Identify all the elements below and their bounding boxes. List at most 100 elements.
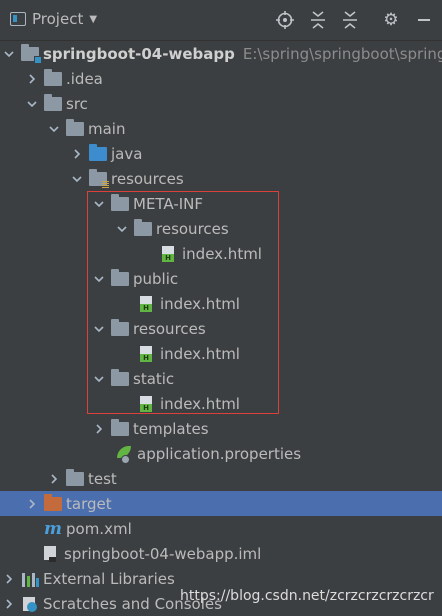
collapsed-arrow-icon[interactable] (71, 148, 83, 160)
tree-item-label: src (66, 94, 88, 113)
collapsed-arrow-icon[interactable] (93, 423, 105, 435)
tree-item-label: resources (133, 319, 206, 338)
tree-item-pom[interactable]: m pom.xml (0, 516, 442, 541)
folder-icon (44, 68, 62, 86)
tree-item-iml[interactable]: springboot-04-webapp.iml (0, 541, 442, 566)
html-file-icon: H (162, 245, 176, 262)
tree-item-label: resources (156, 219, 229, 238)
maven-icon: m (44, 518, 62, 539)
folder-icon (111, 318, 129, 336)
source-folder-icon (89, 143, 107, 161)
spring-properties-icon (115, 445, 133, 464)
tree-item-label: resources (111, 169, 184, 188)
tree-item-label: java (111, 144, 143, 163)
project-icon (10, 12, 26, 26)
tree-item-project-root[interactable]: springboot-04-webapp E:\spring\springboo… (0, 41, 442, 66)
project-tree: springboot-04-webapp E:\spring\springboo… (0, 41, 442, 614)
tree-item-meta-inf-resources[interactable]: resources (0, 216, 442, 241)
tree-item-public[interactable]: public (0, 266, 442, 291)
tree-item-html-file[interactable]: H index.html (0, 391, 442, 416)
tree-item-application-properties[interactable]: application.properties (0, 441, 442, 466)
tree-item-label: springboot-04-webapp.iml (64, 544, 262, 563)
project-path: E:\spring\springboot\springb (242, 44, 442, 63)
tree-item-resources-root[interactable]: resources (0, 166, 442, 191)
expanded-arrow-icon[interactable] (93, 373, 105, 385)
collapsed-arrow-icon[interactable] (26, 498, 38, 510)
folder-icon (111, 368, 129, 386)
excluded-folder-icon (44, 493, 62, 511)
tree-item-html-file[interactable]: H index.html (0, 291, 442, 316)
tree-item-resources[interactable]: resources (0, 316, 442, 341)
expanded-arrow-icon[interactable] (93, 273, 105, 285)
tree-item-label: External Libraries (43, 569, 175, 588)
expanded-arrow-icon[interactable] (26, 98, 38, 110)
tree-item-templates[interactable]: templates (0, 416, 442, 441)
tree-item-label: templates (133, 419, 209, 438)
tree-item-label: META-INF (133, 194, 204, 213)
collapsed-arrow-icon[interactable] (26, 73, 38, 85)
tree-item-label: index.html (182, 244, 262, 263)
tree-item-label: .idea (66, 69, 103, 88)
resources-folder-icon (89, 168, 109, 188)
tree-item-html-file[interactable]: H index.html (0, 341, 442, 366)
tree-item-idea[interactable]: .idea (0, 66, 442, 91)
folder-icon (66, 118, 84, 136)
folder-icon (111, 418, 129, 436)
folder-icon (44, 93, 62, 111)
gear-icon: ⚙ (383, 10, 399, 30)
watermark: https://blog.csdn.net/zcrzcrzcrzcrzcr (180, 588, 434, 604)
collapse-all-icon (343, 11, 357, 29)
folder-icon (134, 218, 152, 236)
chevron-down-icon: ▼ (89, 13, 98, 25)
folder-icon (111, 193, 129, 211)
expand-all-button[interactable] (306, 8, 330, 32)
collapsed-arrow-icon[interactable] (48, 473, 60, 485)
tree-item-meta-inf[interactable]: META-INF (0, 191, 442, 216)
expanded-arrow-icon[interactable] (93, 323, 105, 335)
tree-item-label: index.html (160, 344, 240, 363)
expanded-arrow-icon[interactable] (116, 223, 128, 235)
scratches-icon (21, 596, 39, 612)
collapsed-arrow-icon[interactable] (3, 573, 15, 585)
tree-item-html-file[interactable]: H index.html (0, 241, 442, 266)
folder-icon (111, 268, 129, 286)
tree-item-test[interactable]: test (0, 466, 442, 491)
tree-item-label: static (133, 369, 175, 388)
tree-item-src[interactable]: src (0, 91, 442, 116)
tree-item-label: test (88, 469, 117, 488)
hide-icon (418, 19, 430, 21)
project-view-selector[interactable]: Project ▼ (10, 10, 97, 28)
collapse-all-button[interactable] (338, 8, 362, 32)
project-toolbar: Project ▼ ⚙ (0, 0, 442, 41)
tree-item-label: springboot-04-webapp (43, 44, 235, 63)
tree-item-label: target (66, 494, 112, 513)
tree-item-java[interactable]: java (0, 141, 442, 166)
tree-item-label: index.html (160, 394, 240, 413)
tree-item-label: main (88, 119, 126, 138)
locate-button[interactable] (273, 8, 297, 32)
tree-item-label: public (133, 269, 179, 288)
project-view-title: Project (32, 10, 84, 28)
tree-item-target[interactable]: target (0, 491, 442, 516)
collapsed-arrow-icon[interactable] (3, 598, 15, 610)
tree-item-static[interactable]: static (0, 366, 442, 391)
tree-item-label: application.properties (137, 444, 302, 463)
html-file-icon: H (140, 295, 154, 312)
libraries-icon (21, 571, 39, 587)
expanded-arrow-icon[interactable] (71, 173, 83, 185)
tree-item-label: index.html (160, 294, 240, 313)
folder-icon (66, 468, 84, 486)
expanded-arrow-icon[interactable] (3, 48, 15, 60)
locate-icon (276, 11, 294, 29)
module-folder-icon (21, 43, 42, 64)
settings-button[interactable]: ⚙ (379, 8, 403, 32)
expand-all-icon (311, 11, 325, 29)
html-file-icon: H (140, 345, 154, 362)
tree-item-label: pom.xml (66, 519, 132, 538)
html-file-icon: H (140, 395, 154, 412)
expanded-arrow-icon[interactable] (93, 198, 105, 210)
hide-button[interactable] (412, 8, 436, 32)
tree-item-main[interactable]: main (0, 116, 442, 141)
expanded-arrow-icon[interactable] (48, 123, 60, 135)
iml-file-icon (44, 545, 58, 562)
